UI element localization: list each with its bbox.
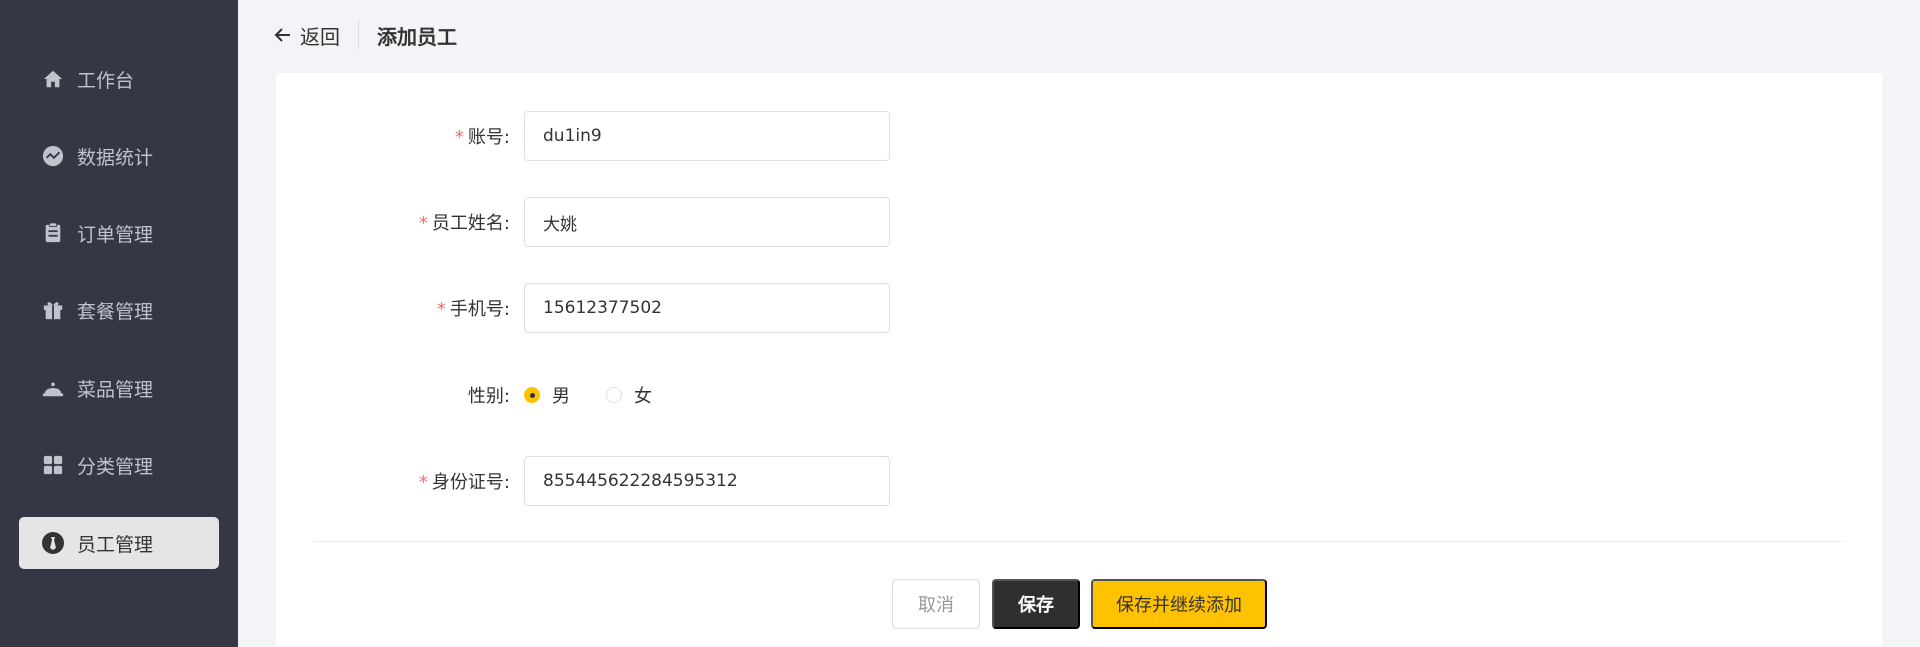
radio-unchecked-icon [606,387,622,403]
id-number-label-text: 身份证号: [431,472,510,493]
save-button[interactable]: 保存 [992,579,1080,629]
page-title: 添加员工 [377,24,457,49]
name-input[interactable] [524,197,890,247]
gift-icon [41,298,65,322]
sidebar-item-combos[interactable]: 套餐管理 [19,284,219,336]
cloche-icon [41,376,65,400]
account-input[interactable] [524,111,890,161]
account-label: * 账号: [276,123,524,149]
sidebar-item-dishes[interactable]: 菜品管理 [19,362,219,414]
employee-icon [41,531,65,555]
sidebar-item-categories[interactable]: 分类管理 [19,439,219,491]
sidebar-item-label: 员工管理 [77,533,154,556]
gender-radio-male[interactable]: 男 [524,382,570,408]
sidebar-item-label: 套餐管理 [77,300,154,323]
form-row-phone: * 手机号: [276,283,1882,333]
gender-label: 性别: [467,386,510,407]
form-row-name: * 员工姓名: [276,197,1882,247]
arrow-left-icon [274,28,290,42]
radio-checked-icon [524,387,540,403]
phone-label-text: 手机号: [449,299,510,320]
name-label-text: 员工姓名: [431,213,510,234]
required-mark: * [418,213,428,234]
divider [313,541,1845,542]
radio-label: 男 [552,386,570,407]
sidebar-item-label: 菜品管理 [77,378,154,401]
form-row-id-number: * 身份证号: [276,456,1882,506]
required-mark: * [418,472,428,493]
radio-label: 女 [634,386,652,407]
sidebar-item-label: 数据统计 [77,146,154,169]
form-row-account: * 账号: [276,111,1882,161]
sidebar-item-label: 工作台 [77,69,135,92]
form-card: *账号: *员工姓名: *手机号: 性别: 男 女 *身份证号: 取消 保存 保… [276,73,1882,647]
gender-radio-female[interactable]: 女 [606,382,652,408]
clipboard-icon [41,221,65,245]
chart-line-icon [41,144,65,168]
sidebar-item-workbench[interactable]: 工作台 [19,53,219,105]
top-bar: 返回 添加员工 [238,0,1920,70]
required-mark: * [454,127,464,148]
divider [358,21,359,49]
id-number-label: * 身份证号: [276,468,524,494]
sidebar-item-label: 分类管理 [77,455,154,478]
form-row-gender: 性别: 男 女 [276,370,1882,420]
sidebar-item-orders[interactable]: 订单管理 [19,207,219,259]
sidebar-item-statistics[interactable]: 数据统计 [19,130,219,182]
sidebar-item-employees[interactable]: 员工管理 [19,517,219,569]
back-button[interactable]: 返回 [274,21,340,50]
save-and-continue-button[interactable]: 保存并继续添加 [1091,579,1267,629]
id-number-input[interactable] [524,456,890,506]
home-icon [41,67,65,91]
sidebar-item-label: 订单管理 [77,223,154,246]
name-label: * 员工姓名: [276,209,524,235]
phone-label: * 手机号: [276,295,524,321]
gender-radio-group: 男 女 [524,382,688,408]
account-label-text: 账号: [467,127,510,148]
sidebar: 工作台 数据统计 订单管理 套餐管理 菜品管理 分类管理 员工管理 [0,0,238,647]
phone-input[interactable] [524,283,890,333]
cancel-button[interactable]: 取消 [892,579,980,629]
back-label: 返回 [300,24,340,49]
required-mark: * [436,299,446,320]
grid-icon [41,453,65,477]
